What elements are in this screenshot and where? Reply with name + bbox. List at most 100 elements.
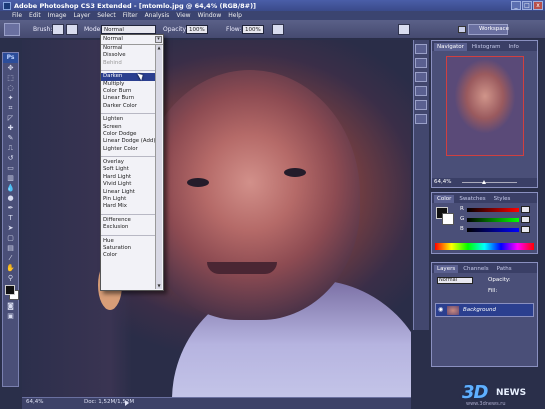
quick-select-tool-icon[interactable]: ✦ [3, 93, 18, 103]
zoom-tool-icon[interactable]: ⚲ [3, 273, 18, 283]
dock-panel-icon[interactable] [415, 114, 427, 124]
tab-styles[interactable]: Styles [491, 195, 514, 203]
brush-tool-icon[interactable]: ✎ [3, 133, 18, 143]
zoom-level[interactable]: 64,4% [26, 399, 43, 405]
brush-picker[interactable] [52, 24, 64, 35]
foreground-color-swatch[interactable] [5, 285, 15, 295]
red-value[interactable] [521, 206, 530, 213]
chevron-down-icon[interactable]: ▾ [155, 36, 162, 43]
shape-tool-icon[interactable]: ▢ [3, 233, 18, 243]
dock-panel-icon[interactable] [415, 72, 427, 82]
airbrush-toggle[interactable] [272, 24, 284, 35]
flow-field[interactable]: 100% [242, 25, 264, 34]
dock-panel-icon[interactable] [415, 44, 427, 54]
blend-mode-option[interactable]: Linear Dodge (Add) [101, 138, 157, 145]
menu-view[interactable]: View [176, 12, 190, 19]
blur-tool-icon[interactable]: 💧 [3, 183, 18, 193]
hand-tool-icon[interactable]: ✋ [3, 263, 18, 273]
crop-tool-icon[interactable]: ⌗ [3, 103, 18, 113]
workspace-button[interactable]: Workspace [468, 24, 509, 35]
navigator-zoom-value[interactable]: 64,4% [434, 179, 451, 185]
green-slider-row[interactable]: G [460, 216, 530, 224]
color-swatches[interactable] [3, 283, 19, 301]
mode-select[interactable]: Normal [101, 25, 156, 34]
marquee-tool-icon[interactable]: ⬚ [3, 73, 18, 83]
red-slider-row[interactable]: R [460, 206, 530, 214]
close-button[interactable]: x [533, 1, 543, 10]
opacity-field[interactable]: 100% [186, 25, 208, 34]
dropdown-current[interactable]: Normal ▾ [101, 35, 163, 45]
blend-mode-option[interactable]: Screen [101, 124, 157, 131]
blend-mode-option[interactable]: Saturation [101, 245, 157, 252]
eyedropper-tool-icon[interactable]: ⁄ [3, 253, 18, 263]
status-menu-arrow-icon[interactable] [125, 400, 129, 406]
color-spectrum-bar[interactable] [435, 243, 534, 250]
blend-mode-option[interactable]: Overlay [101, 159, 157, 166]
blend-mode-option[interactable]: Hard Light [101, 174, 157, 181]
healing-tool-icon[interactable]: ✚ [3, 123, 18, 133]
path-select-tool-icon[interactable]: ➤ [3, 223, 18, 233]
menu-edit[interactable]: Edit [29, 12, 41, 19]
tool-preset-picker[interactable] [4, 23, 20, 36]
dock-panel-icon[interactable] [415, 86, 427, 96]
menu-image[interactable]: Image [48, 12, 67, 19]
menu-select[interactable]: Select [97, 12, 116, 19]
red-slider[interactable] [467, 208, 519, 212]
scroll-up-icon[interactable]: ▲ [156, 45, 162, 51]
blend-mode-dropdown[interactable]: Normal ▾ Normal Dissolve Behind Darken Multi… [100, 34, 164, 291]
blend-mode-option[interactable]: Hue [101, 238, 157, 245]
blend-mode-option[interactable]: Color Dodge [101, 131, 157, 138]
blend-mode-option[interactable]: Linear Burn [101, 95, 157, 102]
palette-toggle[interactable] [398, 24, 410, 35]
clone-stamp-tool-icon[interactable]: ⎍ [3, 143, 18, 153]
blend-mode-option[interactable]: Multiply [101, 81, 157, 88]
blue-value[interactable] [521, 226, 530, 233]
move-tool-icon[interactable]: ✥ [3, 63, 18, 73]
blend-mode-option[interactable]: Darker Color [101, 103, 157, 110]
screen-mode-icon[interactable]: ▣ [3, 311, 18, 321]
slice-tool-icon[interactable]: ◸ [3, 113, 18, 123]
dock-panel-icon[interactable] [415, 58, 427, 68]
scroll-down-icon[interactable]: ▼ [156, 283, 162, 289]
menu-layer[interactable]: Layer [73, 12, 90, 19]
green-slider[interactable] [467, 218, 519, 222]
tab-channels[interactable]: Channels [460, 265, 491, 273]
blend-mode-option[interactable]: Normal [101, 45, 157, 52]
blend-mode-option[interactable]: Pin Light [101, 196, 157, 203]
tab-info[interactable]: Info [505, 43, 521, 51]
dodge-tool-icon[interactable]: ● [3, 193, 18, 203]
green-value[interactable] [521, 216, 530, 223]
maximize-button[interactable]: □ [522, 1, 532, 10]
layer-name[interactable]: Background [463, 307, 496, 313]
blend-mode-option[interactable]: Difference [101, 217, 157, 224]
blend-mode-option[interactable]: Soft Light [101, 166, 157, 173]
tab-swatches[interactable]: Swatches [456, 195, 488, 203]
blend-mode-option[interactable]: Vivid Light [101, 181, 157, 188]
lasso-tool-icon[interactable]: ◌ [3, 83, 18, 93]
slider-knob[interactable] [482, 180, 486, 184]
layer-blend-mode-value[interactable]: Normal [437, 277, 473, 284]
menu-file[interactable]: File [12, 12, 22, 19]
brush-panel-toggle[interactable] [66, 24, 78, 35]
navigator-thumbnail[interactable] [446, 56, 524, 156]
layer-row[interactable]: ◉ Background [435, 303, 534, 317]
eye-icon[interactable]: ◉ [438, 307, 444, 313]
menu-window[interactable]: Window [198, 12, 222, 19]
blend-mode-option[interactable]: Exclusion [101, 224, 157, 231]
document-canvas[interactable] [22, 40, 411, 397]
type-tool-icon[interactable]: T [3, 213, 18, 223]
navigator-zoom-slider[interactable] [462, 180, 517, 184]
tab-color[interactable]: Color [434, 195, 455, 203]
layer-blend-mode[interactable]: Normal [435, 277, 473, 286]
dock-panel-icon[interactable] [415, 100, 427, 110]
color-panel-background[interactable] [442, 213, 454, 225]
menu-help[interactable]: Help [228, 12, 242, 19]
blend-mode-option[interactable]: Lighter Color [101, 146, 157, 153]
blend-mode-option[interactable]: Linear Light [101, 189, 157, 196]
menu-analysis[interactable]: Analysis [145, 12, 170, 19]
tab-navigator[interactable]: Navigator [434, 43, 467, 51]
blue-slider-row[interactable]: B [460, 226, 530, 234]
notes-tool-icon[interactable]: ▤ [3, 243, 18, 253]
quick-mask-icon[interactable]: ◙ [3, 301, 18, 311]
blend-mode-option[interactable]: Hard Mix [101, 203, 157, 210]
